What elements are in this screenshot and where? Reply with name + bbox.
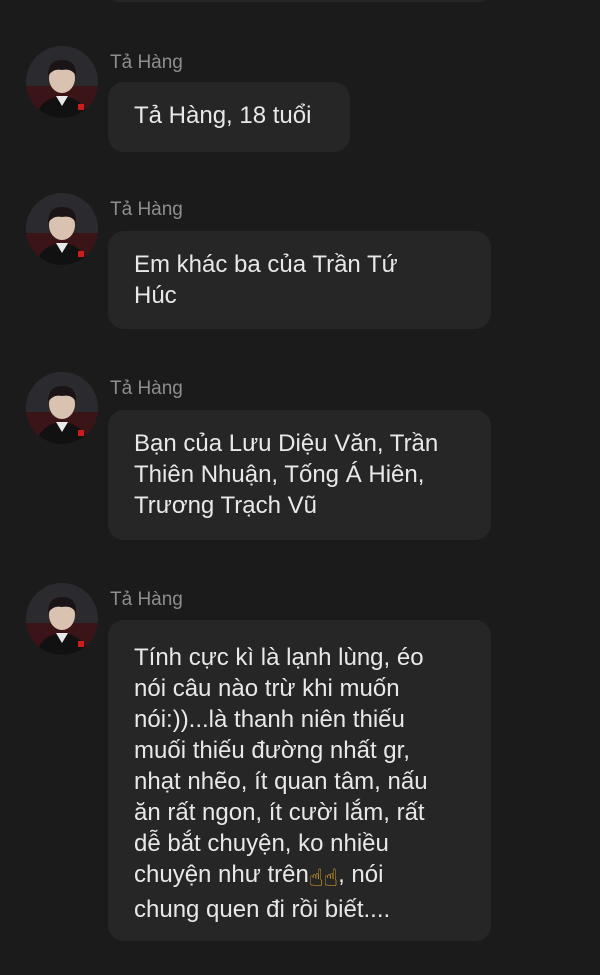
message-bubble[interactable]: Tả Hàng, 18 tuổi [108, 82, 350, 152]
avatar-icon[interactable] [26, 193, 98, 265]
sender-name: Tả Hàng [110, 378, 183, 399]
message-bubble[interactable]: Em khác ba của Trần Tứ Húc [108, 231, 491, 329]
pointing-up-emoji-icon: ☝☝ [308, 865, 339, 892]
sender-name: Tả Hàng [110, 199, 183, 220]
message-text: Tính cực kì là lạnh lùng, éo nói câu nào… [134, 644, 428, 888]
message-bubble[interactable]: Bạn của Lưu Diệu Văn, Trần Thiên Nhuận, … [108, 410, 491, 540]
sender-name: Tả Hàng [110, 589, 183, 610]
sender-name: Tả Hàng [110, 52, 183, 73]
avatar-icon[interactable] [26, 583, 98, 655]
message-bubble[interactable]: Tính cực kì là lạnh lùng, éo nói câu nào… [108, 620, 491, 941]
avatar-icon[interactable] [26, 372, 98, 444]
previous-message-bubble [108, 0, 491, 2]
avatar-icon[interactable] [26, 46, 98, 118]
